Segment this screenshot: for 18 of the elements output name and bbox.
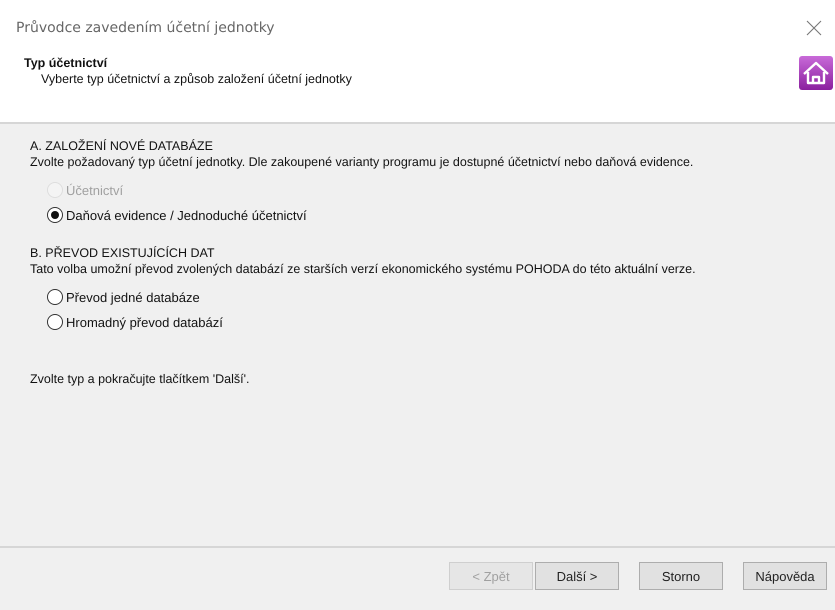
section-heading: B. PŘEVOD EXISTUJÍCÍCH DAT [30, 245, 216, 261]
radio-label[interactable]: Hromadný převod databází [66, 314, 223, 330]
radio-label[interactable]: Daňová evidence / Jednoduché účetnictví [66, 208, 307, 222]
dialog-button[interactable]: Další > [535, 562, 619, 590]
section-description: Zvolte požadovaný typ účetní jednotky. Dle zakoupené varianty programu je dostupné účetnictví nebo daňová evidence. [30, 154, 694, 170]
dialog-button[interactable]: Storno [639, 562, 723, 590]
close-icon [806, 20, 822, 36]
radio-label[interactable]: Převod jedné databáze [66, 290, 200, 304]
page-subtitle: Vyberte typ účetnictví a způsob založení účetní jednotky [40, 72, 352, 86]
section-heading: A. ZALOŽENÍ NOVÉ DATABÁZE [30, 138, 214, 154]
hint-text: Zvolte typ a pokračujte tlačítkem 'Další'. [30, 372, 250, 386]
page-title: Typ účetnictví [24, 56, 108, 70]
radio-button[interactable] [47, 207, 63, 223]
dialog-button[interactable]: Nápověda [743, 562, 827, 590]
radio-button[interactable] [47, 314, 63, 330]
window-title: Průvodce zavedením účetní jednotky [16, 20, 275, 36]
section-description: Tato volba umožní převod zvolených databází ze starších verzí ekonomického systému POHODA do této aktuální verze. [30, 261, 697, 277]
radio-button[interactable] [47, 289, 63, 305]
